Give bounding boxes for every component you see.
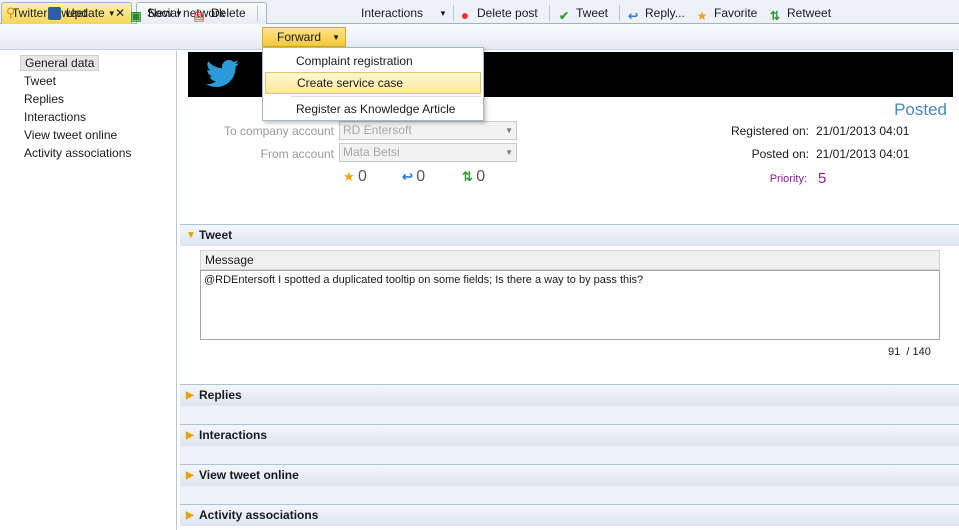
favorite-button[interactable]: ★ Favorite: [695, 3, 758, 23]
section-interactions-body: [180, 446, 959, 464]
chevron-right-icon: ▶: [186, 510, 194, 521]
message-box: Message @RDEntersoft I spotted a duplica…: [200, 250, 940, 344]
registered-on-value: 21/01/2013 04:01: [816, 124, 910, 138]
forward-button[interactable]: Forward ▼: [262, 27, 346, 47]
retweet-icon: ⇅: [769, 9, 781, 23]
chevron-down-icon: ▼: [186, 230, 196, 241]
reply-icon: ↩: [402, 169, 413, 184]
twitter-bird-icon: [206, 60, 239, 87]
posted-on-label: Posted on:: [751, 147, 809, 161]
sidebar-item-replies[interactable]: Replies: [20, 91, 68, 107]
message-textarea[interactable]: @RDEntersoft I spotted a duplicated tool…: [200, 270, 940, 340]
delete-post-icon: ●: [460, 7, 470, 23]
chevron-right-icon: ▶: [186, 470, 194, 481]
section-tweet-header[interactable]: ▼ Tweet: [180, 224, 959, 246]
section-replies-body: [180, 406, 959, 424]
menu-item-register-knowledge-article[interactable]: Register as Knowledge Article: [265, 98, 481, 120]
message-label: Message: [200, 250, 940, 270]
delete-post-button[interactable]: ● Delete post: [458, 3, 538, 23]
retweet-icon: ⇅: [462, 169, 473, 184]
tweet-button[interactable]: ✔ Tweet: [557, 3, 608, 23]
update-button[interactable]: Update ▼: [48, 3, 116, 23]
sidebar-item-general-data[interactable]: General data: [20, 55, 100, 71]
section-replies-header[interactable]: ▶ Replies: [180, 384, 959, 406]
sidebar-item-interactions[interactable]: Interactions: [20, 109, 90, 125]
char-counter: 91 / 140: [888, 346, 931, 358]
section-activity-header[interactable]: ▶ Activity associations: [180, 504, 959, 526]
registered-on-label: Registered on:: [730, 124, 809, 138]
reply-button[interactable]: ↩ Reply...: [626, 3, 685, 23]
star-icon: ★: [343, 169, 355, 184]
chevron-down-icon: ▼: [505, 126, 513, 135]
menu-divider: [291, 96, 481, 97]
to-company-label: To company account: [223, 124, 334, 138]
chevron-down-icon: ▼: [505, 148, 513, 157]
new-icon: ▣: [130, 9, 142, 23]
delete-button[interactable]: ▤ Delete: [192, 3, 245, 23]
save-icon: [48, 7, 61, 20]
from-account-select[interactable]: Mata Betsi ▼: [339, 143, 517, 162]
star-icon: ★: [696, 9, 708, 23]
forward-menu: Complaint registration Create service ca…: [262, 47, 484, 121]
reply-icon: ↩: [627, 9, 639, 23]
toolbar-divider: [453, 5, 454, 21]
check-icon: ✔: [558, 9, 570, 23]
posted-on-value: 21/01/2013 04:01: [816, 147, 910, 161]
pin-icon[interactable]: ⚲: [6, 3, 16, 23]
new-button[interactable]: ▣ New ▼: [129, 3, 183, 23]
priority-value: 5: [818, 170, 827, 187]
retweets-counter: ⇅ 0: [462, 168, 486, 185]
menu-item-create-service-case[interactable]: Create service case: [265, 72, 481, 94]
sidebar-item-activity-associations[interactable]: Activity associations: [20, 145, 135, 161]
toolbar-divider: [549, 5, 550, 21]
sidebar-item-tweet[interactable]: Tweet: [20, 73, 60, 89]
section-interactions-header[interactable]: ▶ Interactions: [180, 424, 959, 446]
to-company-select[interactable]: RD Entersoft ▼: [339, 121, 517, 140]
interactions-button[interactable]: Interactions ▼: [361, 3, 447, 23]
toolbar-divider: [257, 5, 258, 21]
from-account-label: From account: [260, 147, 334, 161]
priority-label: Priority:: [769, 173, 807, 185]
retweet-button[interactable]: ⇅ Retweet: [768, 3, 831, 23]
chevron-right-icon: ▶: [186, 430, 194, 441]
menu-item-complaint-registration[interactable]: Complaint registration: [265, 50, 481, 72]
delete-icon: ▤: [193, 9, 205, 23]
toolbar-divider: [619, 5, 620, 21]
replies-counter: ↩ 0: [402, 168, 426, 185]
section-view-online-header[interactable]: ▶ View tweet online: [180, 464, 959, 486]
favorites-counter: ★ 0: [343, 168, 367, 185]
sidebar-item-view-tweet-online[interactable]: View tweet online: [20, 127, 121, 143]
status-label: Posted: [894, 100, 947, 119]
section-view-online-body: [180, 486, 959, 504]
chevron-right-icon: ▶: [186, 390, 194, 401]
close-icon[interactable]: ✕: [115, 3, 125, 23]
